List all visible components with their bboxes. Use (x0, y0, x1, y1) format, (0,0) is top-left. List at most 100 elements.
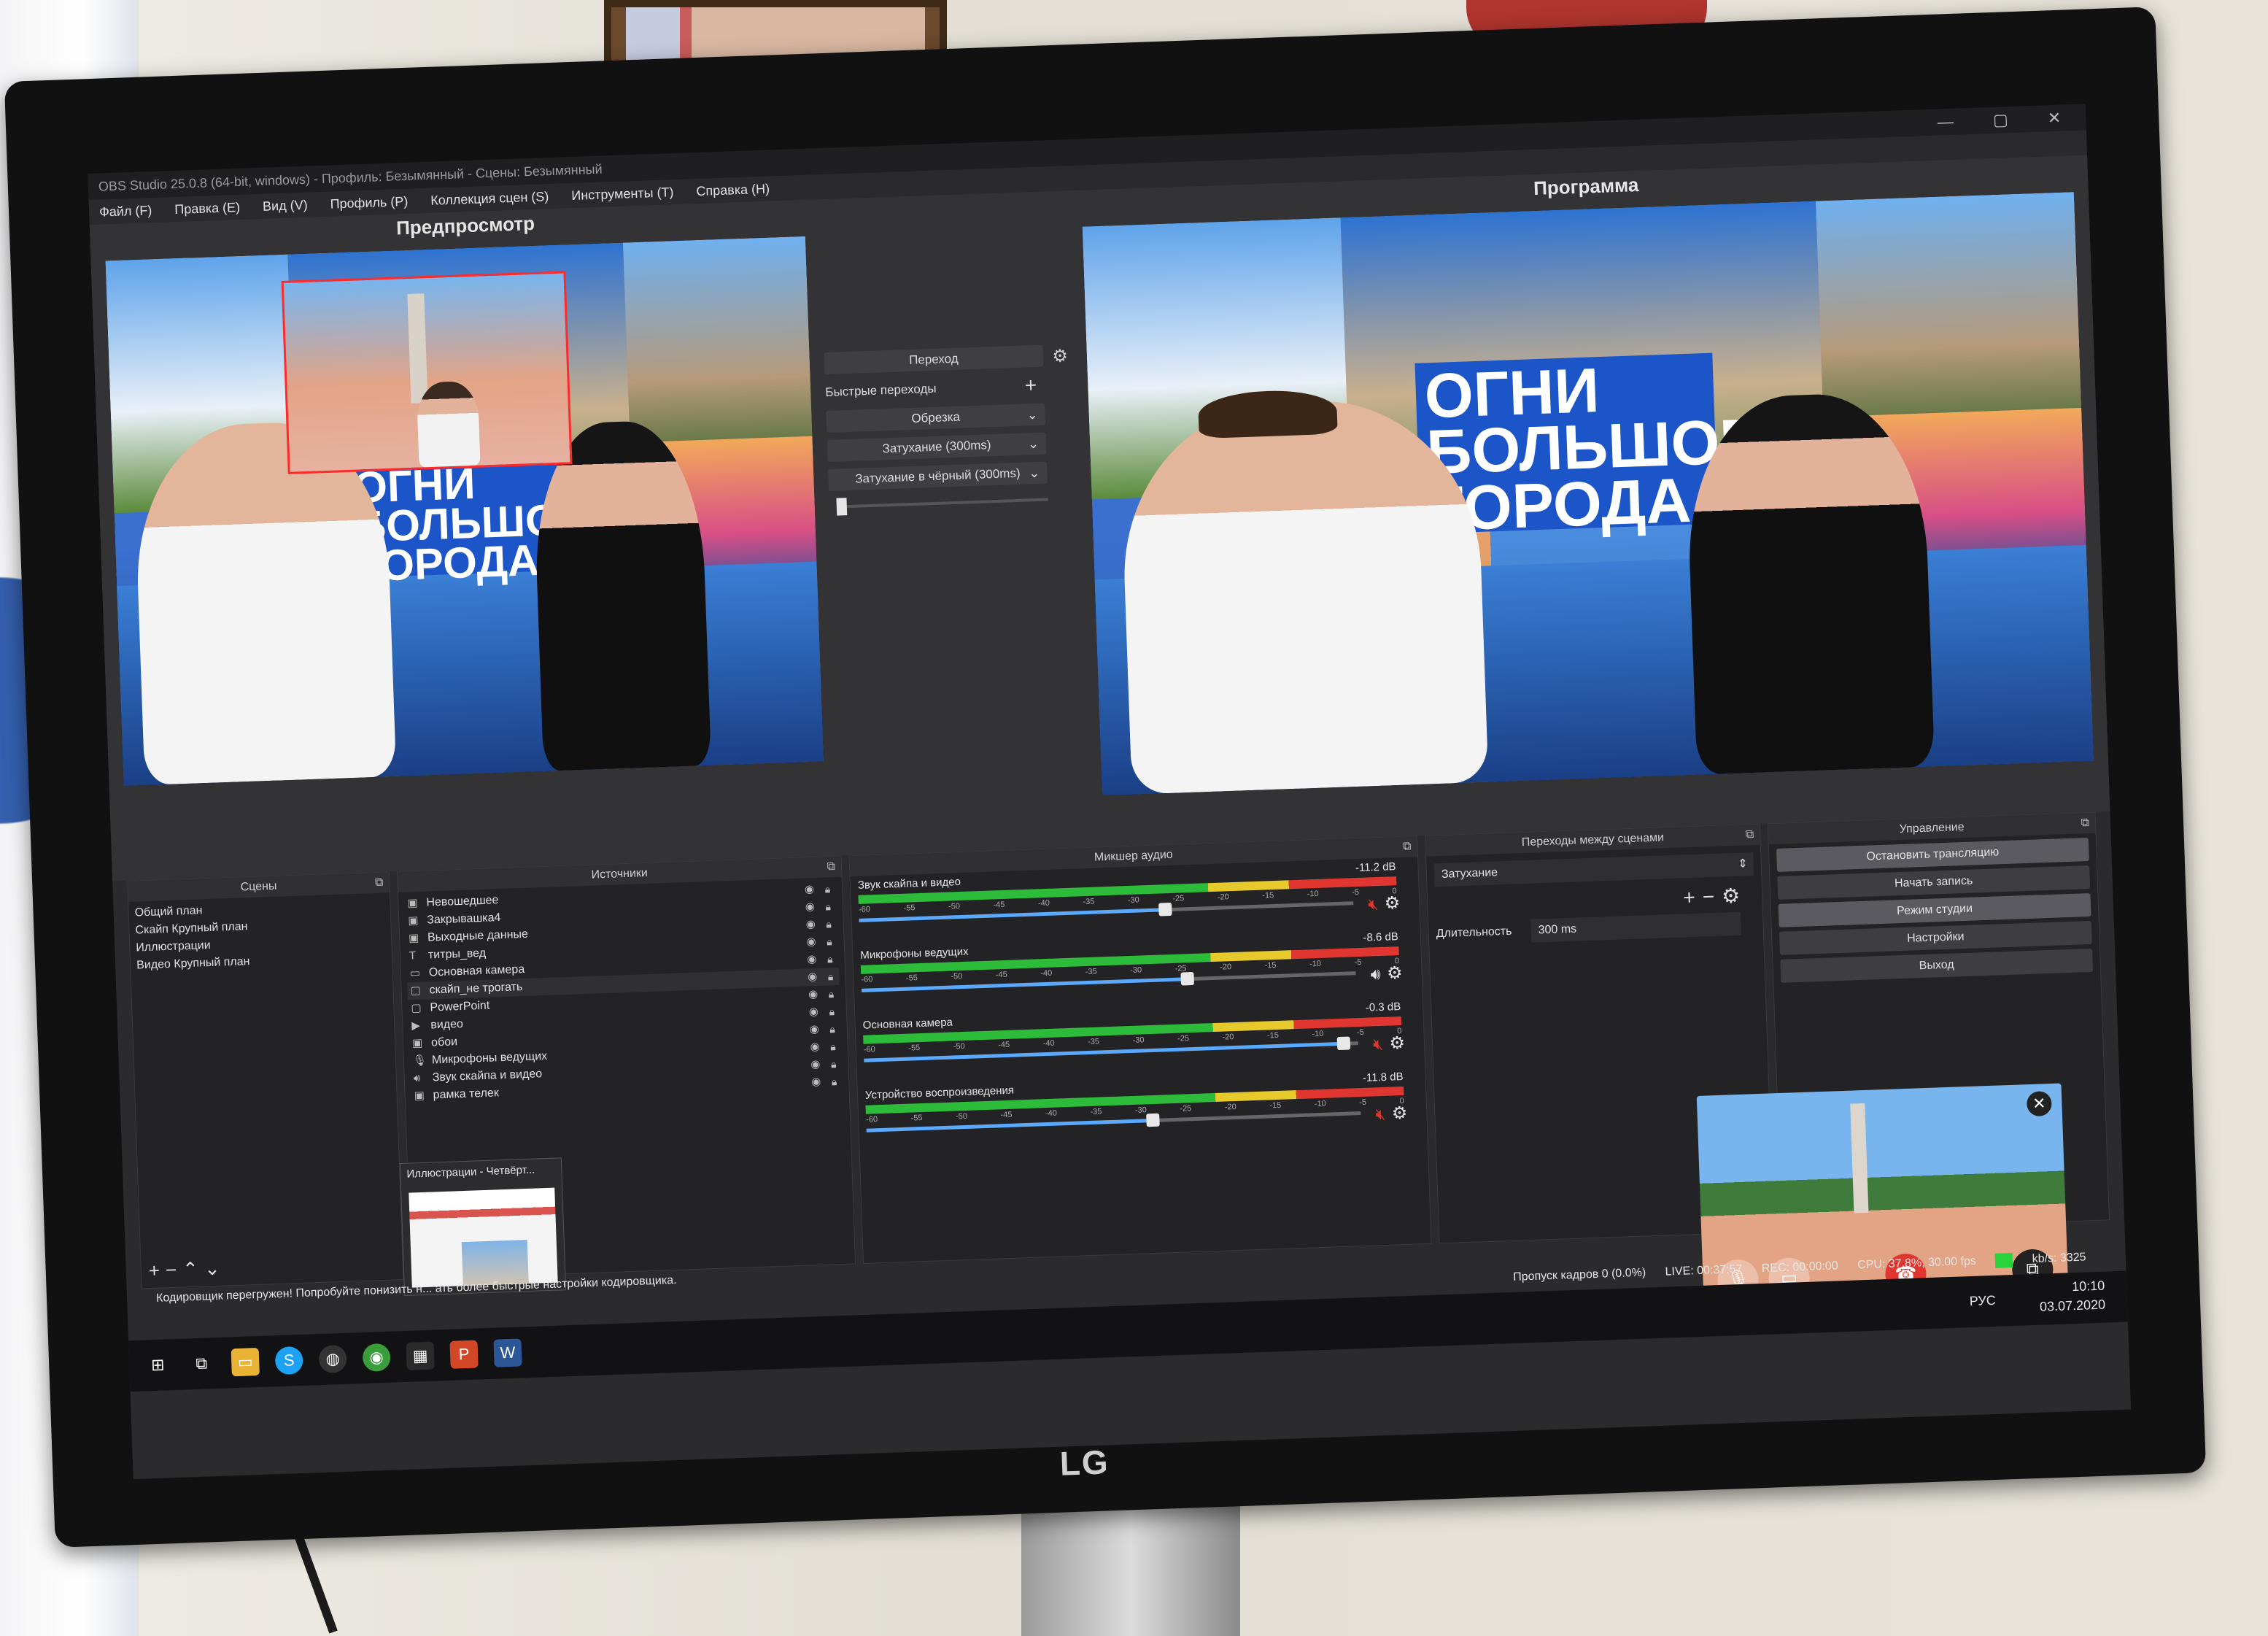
channel-settings-gear-icon[interactable]: ⚙ (1391, 1103, 1408, 1124)
volume-fader-knob[interactable] (1336, 1036, 1350, 1051)
task-view-icon[interactable]: ⧉ (187, 1349, 216, 1378)
lock-icon[interactable]: 🔒︎ (826, 915, 832, 933)
bitrate: kb/s: 3325 (2032, 1251, 2086, 1266)
program-video: ОГНИ БОЛЬШОГО ГОРОДА (1082, 192, 2094, 796)
visibility-eye-icon[interactable]: ◉ (805, 881, 815, 898)
windows-start-icon[interactable]: ⊞ (144, 1351, 172, 1379)
lock-icon[interactable]: 🔒︎ (828, 985, 834, 1003)
source-label: рамка телек (433, 1087, 500, 1102)
obs-studio-icon[interactable]: ▦ (406, 1341, 435, 1370)
quick-transition-fade-black[interactable]: Затухание в чёрный (300ms) ⌄ (828, 461, 1048, 491)
clock-time[interactable]: 10:10 (2039, 1276, 2105, 1297)
transition-select[interactable]: Затухание ⇕ (1433, 852, 1754, 887)
undock-icon[interactable]: ⧉ (1745, 825, 1754, 845)
quick-transition-fade-label: Затухание (300ms) (882, 438, 991, 456)
speaker-muted-icon[interactable]: 🔇︎ (1375, 1105, 1386, 1124)
undock-icon[interactable]: ⧉ (1403, 836, 1412, 857)
transition-slider[interactable] (829, 491, 1048, 516)
chevron-updown-icon[interactable]: ⇕ (1738, 852, 1749, 876)
meter-tick-label: -50 (955, 1111, 968, 1122)
move-down-chevron-icon[interactable]: ⌄ (204, 1257, 226, 1279)
visibility-eye-icon[interactable]: ◉ (808, 968, 818, 986)
word-icon[interactable]: W (493, 1338, 522, 1367)
powerpoint-icon[interactable]: P (449, 1340, 479, 1369)
menu-view[interactable]: Вид (V) (263, 198, 308, 214)
volume-fader-knob[interactable] (1158, 902, 1173, 917)
preview-selected-source[interactable] (281, 271, 573, 475)
transition-settings-gear-icon[interactable]: ⚙ (1052, 345, 1069, 368)
language-indicator[interactable]: РУС (1969, 1293, 1996, 1309)
move-up-chevron-icon[interactable]: ⌃ (182, 1258, 205, 1281)
visibility-eye-icon[interactable]: ◉ (805, 898, 816, 916)
live-time: LIVE: 00:37:57 (1665, 1262, 1743, 1278)
chevron-down-icon[interactable]: ⌄ (1027, 433, 1040, 455)
volume-fader-knob[interactable] (1146, 1113, 1160, 1127)
undock-icon[interactable]: ⧉ (827, 857, 835, 877)
remove-scene-minus-icon[interactable]: − (165, 1259, 182, 1281)
chrome-icon[interactable]: ◉ (362, 1343, 391, 1372)
meter-tick-label: -25 (1177, 1034, 1190, 1043)
lock-icon[interactable]: 🔒︎ (825, 898, 831, 915)
menu-scene-collection[interactable]: Коллекция сцен (S) (430, 189, 549, 208)
lock-icon[interactable]: 🔒︎ (831, 1073, 837, 1090)
lock-icon[interactable]: 🔒︎ (827, 950, 833, 968)
lock-icon[interactable]: 🔒︎ (824, 880, 830, 898)
undock-icon[interactable]: ⧉ (2081, 813, 2089, 833)
quick-transition-fade[interactable]: Затухание (300ms) ⌄ (827, 432, 1047, 463)
preview-video[interactable]: ОГНИ БОЛЬШОГО ГОРОДА (105, 236, 824, 786)
add-transition-plus-icon[interactable]: + (1683, 886, 1703, 909)
menu-file[interactable]: Файл (F) (99, 203, 152, 220)
meter-tick-label: -5 (1359, 1097, 1367, 1108)
duration-input[interactable]: 300 ms (1530, 911, 1742, 943)
taskbar-preview-popup[interactable]: Иллюстрации - Четвёрт... (399, 1157, 567, 1296)
meter-tick-label: -5 (1356, 1027, 1364, 1038)
menu-help[interactable]: Справка (H) (696, 182, 770, 198)
lock-icon[interactable]: 🔒︎ (829, 1003, 835, 1020)
file-explorer-icon[interactable]: ▭ (231, 1347, 260, 1377)
menu-profile[interactable]: Профиль (P) (330, 194, 408, 212)
clock-date[interactable]: 03.07.2020 (2040, 1295, 2106, 1316)
speaker-muted-icon[interactable]: 🔇︎ (1368, 895, 1379, 914)
visibility-eye-icon[interactable]: ◉ (806, 933, 816, 951)
preview-host-man (132, 419, 397, 785)
transition-properties-gear-icon[interactable]: ⚙ (1722, 884, 1748, 907)
quick-transition-cut[interactable]: Обрезка ⌄ (826, 403, 1046, 433)
channel-settings-gear-icon[interactable]: ⚙ (1384, 892, 1401, 914)
lock-icon[interactable]: 🔒︎ (831, 1055, 837, 1073)
preview-title: Предпросмотр (395, 212, 535, 239)
meter-tick-label: -20 (1222, 1033, 1234, 1042)
menu-edit[interactable]: Правка (E) (174, 200, 240, 217)
source-label: Звук скайпа и видео (432, 1068, 543, 1084)
channel-settings-gear-icon[interactable]: ⚙ (1389, 1033, 1406, 1054)
lock-icon[interactable]: 🔒︎ (829, 1020, 835, 1038)
chevron-down-icon[interactable]: ⌄ (1026, 404, 1038, 426)
obs-icon[interactable]: ◍ (318, 1344, 347, 1374)
speaker-icon[interactable]: 🔊︎ (1370, 965, 1381, 984)
close-icon[interactable]: ✕ (2026, 1091, 2052, 1117)
add-scene-plus-icon[interactable]: + (148, 1259, 166, 1281)
visibility-eye-icon[interactable]: ◉ (809, 1021, 819, 1038)
lock-icon[interactable]: 🔒︎ (830, 1038, 836, 1055)
transition-button[interactable]: Переход ⚙ (824, 344, 1068, 375)
visibility-eye-icon[interactable]: ◉ (808, 986, 818, 1003)
lock-icon[interactable]: 🔒︎ (827, 968, 834, 985)
transition-slider-handle[interactable] (836, 498, 848, 516)
undock-icon[interactable]: ⧉ (375, 873, 384, 893)
speaker-muted-icon[interactable]: 🔇︎ (1373, 1035, 1384, 1054)
channel-settings-gear-icon[interactable]: ⚙ (1387, 962, 1404, 984)
visibility-eye-icon[interactable]: ◉ (807, 951, 817, 968)
lock-icon[interactable]: 🔒︎ (827, 933, 832, 950)
add-quick-transition-plus-icon[interactable]: + (1024, 374, 1037, 397)
visibility-eye-icon[interactable]: ◉ (810, 1056, 821, 1073)
menu-tools[interactable]: Инструменты (T) (571, 185, 674, 203)
channel-name: Микрофоны ведущих (860, 945, 969, 962)
remove-transition-minus-icon[interactable]: − (1702, 885, 1722, 908)
chevron-down-icon[interactable]: ⌄ (1029, 462, 1040, 485)
visibility-eye-icon[interactable]: ◉ (808, 1003, 819, 1021)
skype-icon[interactable]: S (274, 1346, 303, 1375)
visibility-eye-icon[interactable]: ◉ (805, 916, 816, 933)
exit-button[interactable]: Выход (1780, 948, 2094, 983)
visibility-eye-icon[interactable]: ◉ (810, 1038, 820, 1056)
visibility-eye-icon[interactable]: ◉ (811, 1073, 821, 1091)
volume-fader-knob[interactable] (1180, 971, 1195, 986)
